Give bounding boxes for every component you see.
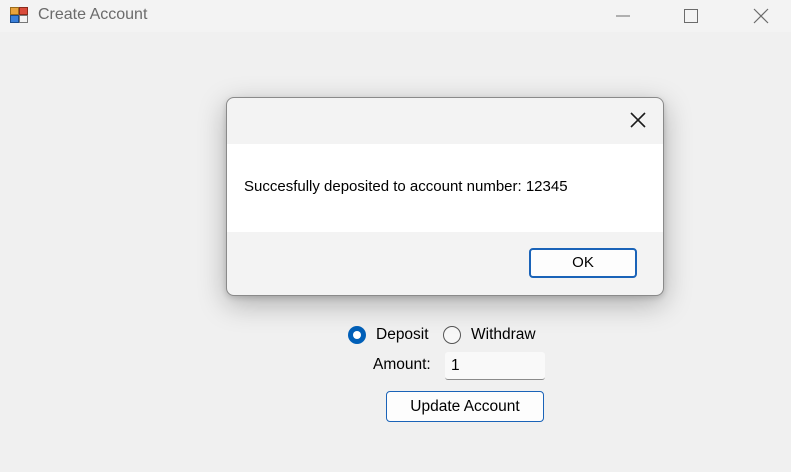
dialog-message: Succesfully deposited to account number:… [244,178,568,195]
dialog-body: Succesfully deposited to account number:… [227,144,663,232]
maximize-icon [684,9,698,23]
update-account-button[interactable]: Update Account [386,391,544,422]
app-icon [10,7,28,23]
message-dialog: Succesfully deposited to account number:… [226,97,664,296]
maximize-button[interactable] [668,0,714,32]
window-close-button[interactable] [738,0,784,32]
title-bar: Create Account [0,0,791,32]
withdraw-label: Withdraw [471,326,536,343]
close-icon [753,8,769,24]
minimize-icon [616,15,630,17]
close-icon [630,112,646,128]
deposit-radio-indicator [348,326,366,344]
dialog-close-button[interactable] [627,109,649,131]
window-title: Create Account [38,6,148,23]
amount-label: Amount: [373,356,431,373]
minimize-button[interactable] [600,0,646,32]
ok-button[interactable]: OK [529,248,637,278]
amount-input[interactable] [445,352,545,380]
deposit-label: Deposit [376,326,429,343]
withdraw-radio-indicator [443,326,461,344]
